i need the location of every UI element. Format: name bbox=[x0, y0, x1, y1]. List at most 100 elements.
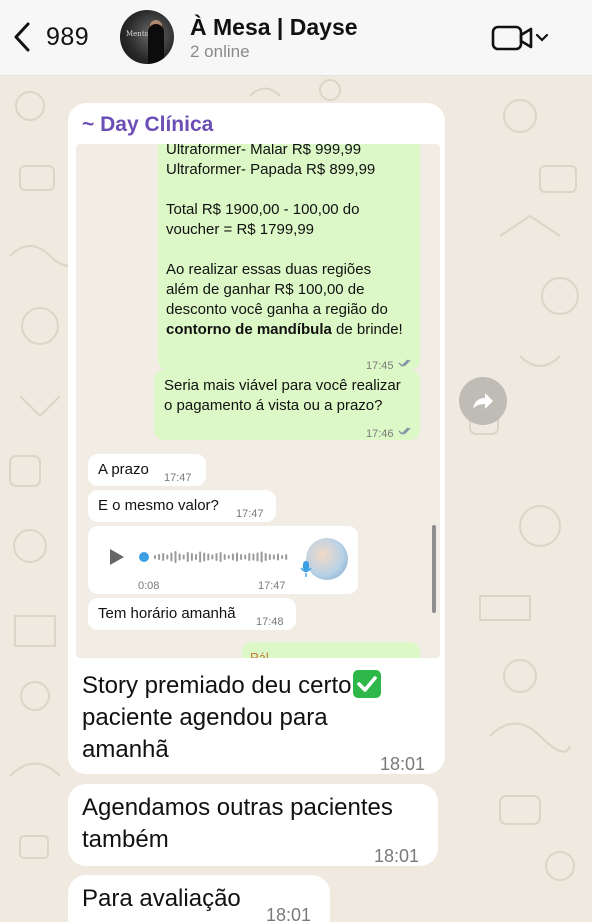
message-2-line-2: também bbox=[82, 826, 169, 853]
offer-line-1: Ao realizar essas duas regiões bbox=[166, 261, 372, 278]
waveform-bar bbox=[219, 552, 222, 562]
incoming-bubble-horario: Tem horário amanhã 17:48 bbox=[88, 598, 296, 630]
message-2-time: 18:01 bbox=[374, 846, 420, 866]
read-ticks-icon bbox=[398, 359, 411, 367]
horario-text: Tem horário amanhã bbox=[98, 605, 236, 622]
unread-count: 989 bbox=[46, 22, 90, 51]
check-emoji-icon bbox=[353, 670, 382, 698]
waveform-bar bbox=[158, 554, 161, 560]
incoming-bubble-a-prazo: A prazo 17:47 bbox=[88, 454, 206, 486]
message-1-time: 18:01 bbox=[380, 754, 426, 774]
waveform-bar bbox=[244, 554, 247, 560]
waveform-bar bbox=[215, 553, 218, 561]
waveform-bar bbox=[281, 555, 284, 559]
quoted-chat-screenshot: Ultraformer- Malar R$ 999,99 Ultraformer… bbox=[76, 144, 440, 658]
chat-header: 989 Mentoria À Mesa | Dayse 2 online bbox=[0, 0, 592, 76]
offer-line-2: além de ganhar R$ 100,00 de bbox=[166, 281, 365, 298]
offer-tail-text: de brinde! bbox=[331, 321, 403, 338]
waveform-bar bbox=[272, 554, 275, 560]
video-call-button[interactable] bbox=[491, 24, 549, 52]
total-line-2: voucher = R$ 1799,99 bbox=[166, 221, 315, 238]
price-line-2: Ultraformer- Papada R$ 899,99 bbox=[166, 161, 376, 178]
message-agendamos[interactable]: Agendamos outras pacientes também 18:01 bbox=[68, 784, 438, 866]
audio-time: 17:47 bbox=[258, 580, 286, 592]
waveform-bar bbox=[260, 551, 263, 563]
partial-text: Pál bbox=[250, 650, 269, 658]
message-3-line-1: Para avaliação bbox=[82, 885, 241, 912]
audio-waveform[interactable] bbox=[138, 548, 290, 566]
sender-avatar bbox=[306, 538, 348, 580]
waveform-bar bbox=[154, 555, 156, 559]
waveform-bar bbox=[186, 552, 189, 562]
message-avaliacao[interactable]: Para avaliação 18:01 bbox=[68, 875, 330, 922]
waveform-bar bbox=[170, 552, 173, 562]
outgoing-bubble-partial: Pál bbox=[242, 642, 420, 658]
a-prazo-text: A prazo bbox=[98, 461, 149, 478]
waveform-bar bbox=[207, 553, 210, 561]
microphone-icon bbox=[300, 561, 312, 577]
waveform-bar bbox=[223, 554, 226, 560]
group-avatar[interactable]: Mentoria bbox=[120, 10, 174, 64]
chat-subtitle: 2 online bbox=[190, 42, 250, 61]
message-1-line-1: Story premiado deu certo bbox=[82, 670, 382, 702]
msg5-time: 17:48 bbox=[256, 616, 284, 628]
chat-title[interactable]: À Mesa | Dayse bbox=[190, 14, 358, 41]
forward-button[interactable] bbox=[459, 377, 507, 425]
waveform-bar bbox=[195, 554, 197, 560]
message-story-premiado[interactable]: Story premiado deu certo paciente agendo… bbox=[68, 660, 445, 774]
quote-scrollbar[interactable] bbox=[432, 525, 436, 613]
msg4-time: 17:47 bbox=[236, 508, 264, 520]
quote-author: ~ Day Clínica bbox=[82, 113, 214, 136]
waveform-bar bbox=[268, 554, 271, 560]
waveform-bar bbox=[256, 552, 259, 562]
waveform-bar bbox=[190, 553, 193, 561]
outgoing-bubble-prices: Ultraformer- Malar R$ 999,99 Ultraformer… bbox=[158, 144, 420, 372]
msg2-time: 17:46 bbox=[366, 428, 394, 440]
offer-bold-text: contorno de mandíbula bbox=[166, 321, 332, 338]
waveform-bar bbox=[231, 553, 234, 561]
msg3-time: 17:47 bbox=[164, 472, 192, 484]
waveform-bar bbox=[166, 554, 169, 560]
waveform-bar bbox=[285, 554, 288, 560]
waveform-bar bbox=[178, 553, 181, 561]
waveform-bar bbox=[174, 551, 177, 563]
avatar-figure-body bbox=[148, 24, 164, 64]
waveform-bar bbox=[236, 552, 238, 562]
total-line-1: Total R$ 1900,00 - 100,00 do bbox=[166, 201, 360, 218]
waveform-bar bbox=[199, 551, 202, 563]
waveform-bar bbox=[182, 554, 185, 560]
payment-line-2: o pagamento á vista ou a prazo? bbox=[164, 397, 383, 414]
waveform-bar bbox=[248, 553, 251, 561]
message-1-line-2: paciente agendou para bbox=[82, 704, 328, 731]
offer-line-3: desconto você ganha a região do bbox=[166, 301, 388, 318]
waveform-bar bbox=[227, 555, 230, 559]
waveform-bar bbox=[211, 554, 214, 560]
mesmo-valor-text: E o mesmo valor? bbox=[98, 497, 219, 514]
message-3-time: 18:01 bbox=[266, 905, 312, 922]
message-2-line-1: Agendamos outras pacientes bbox=[82, 794, 393, 821]
forward-icon bbox=[473, 393, 493, 409]
message-1-line-1-text: Story premiado deu certo bbox=[82, 672, 352, 699]
play-icon[interactable] bbox=[108, 547, 126, 567]
video-camera-icon bbox=[491, 25, 533, 51]
offer-line-4: contorno de mandíbula de brinde! bbox=[166, 320, 418, 340]
incoming-bubble-mesmo-valor: E o mesmo valor? 17:47 bbox=[88, 490, 276, 522]
waveform-bar bbox=[252, 553, 255, 561]
waveform-bar bbox=[277, 553, 279, 561]
waveform-bar bbox=[240, 554, 243, 560]
chevron-down-icon bbox=[535, 33, 549, 42]
waveform-bar bbox=[162, 553, 165, 561]
audio-elapsed: 0:08 bbox=[138, 580, 160, 592]
back-button[interactable]: 989 bbox=[10, 20, 89, 54]
back-chevron-icon bbox=[14, 22, 30, 52]
payment-line-1: Seria mais viável para você realizar bbox=[164, 377, 401, 394]
read-ticks-icon bbox=[398, 427, 411, 435]
outgoing-bubble-payment: Seria mais viável para você realizar o p… bbox=[154, 370, 420, 440]
incoming-audio-message[interactable]: 0:08 17:47 bbox=[88, 526, 358, 594]
message-1-line-3: amanhã bbox=[82, 736, 169, 763]
waveform-bar bbox=[203, 552, 206, 562]
waveform-bar bbox=[264, 553, 267, 561]
price-line-1: Ultraformer- Malar R$ 999,99 bbox=[166, 144, 362, 158]
